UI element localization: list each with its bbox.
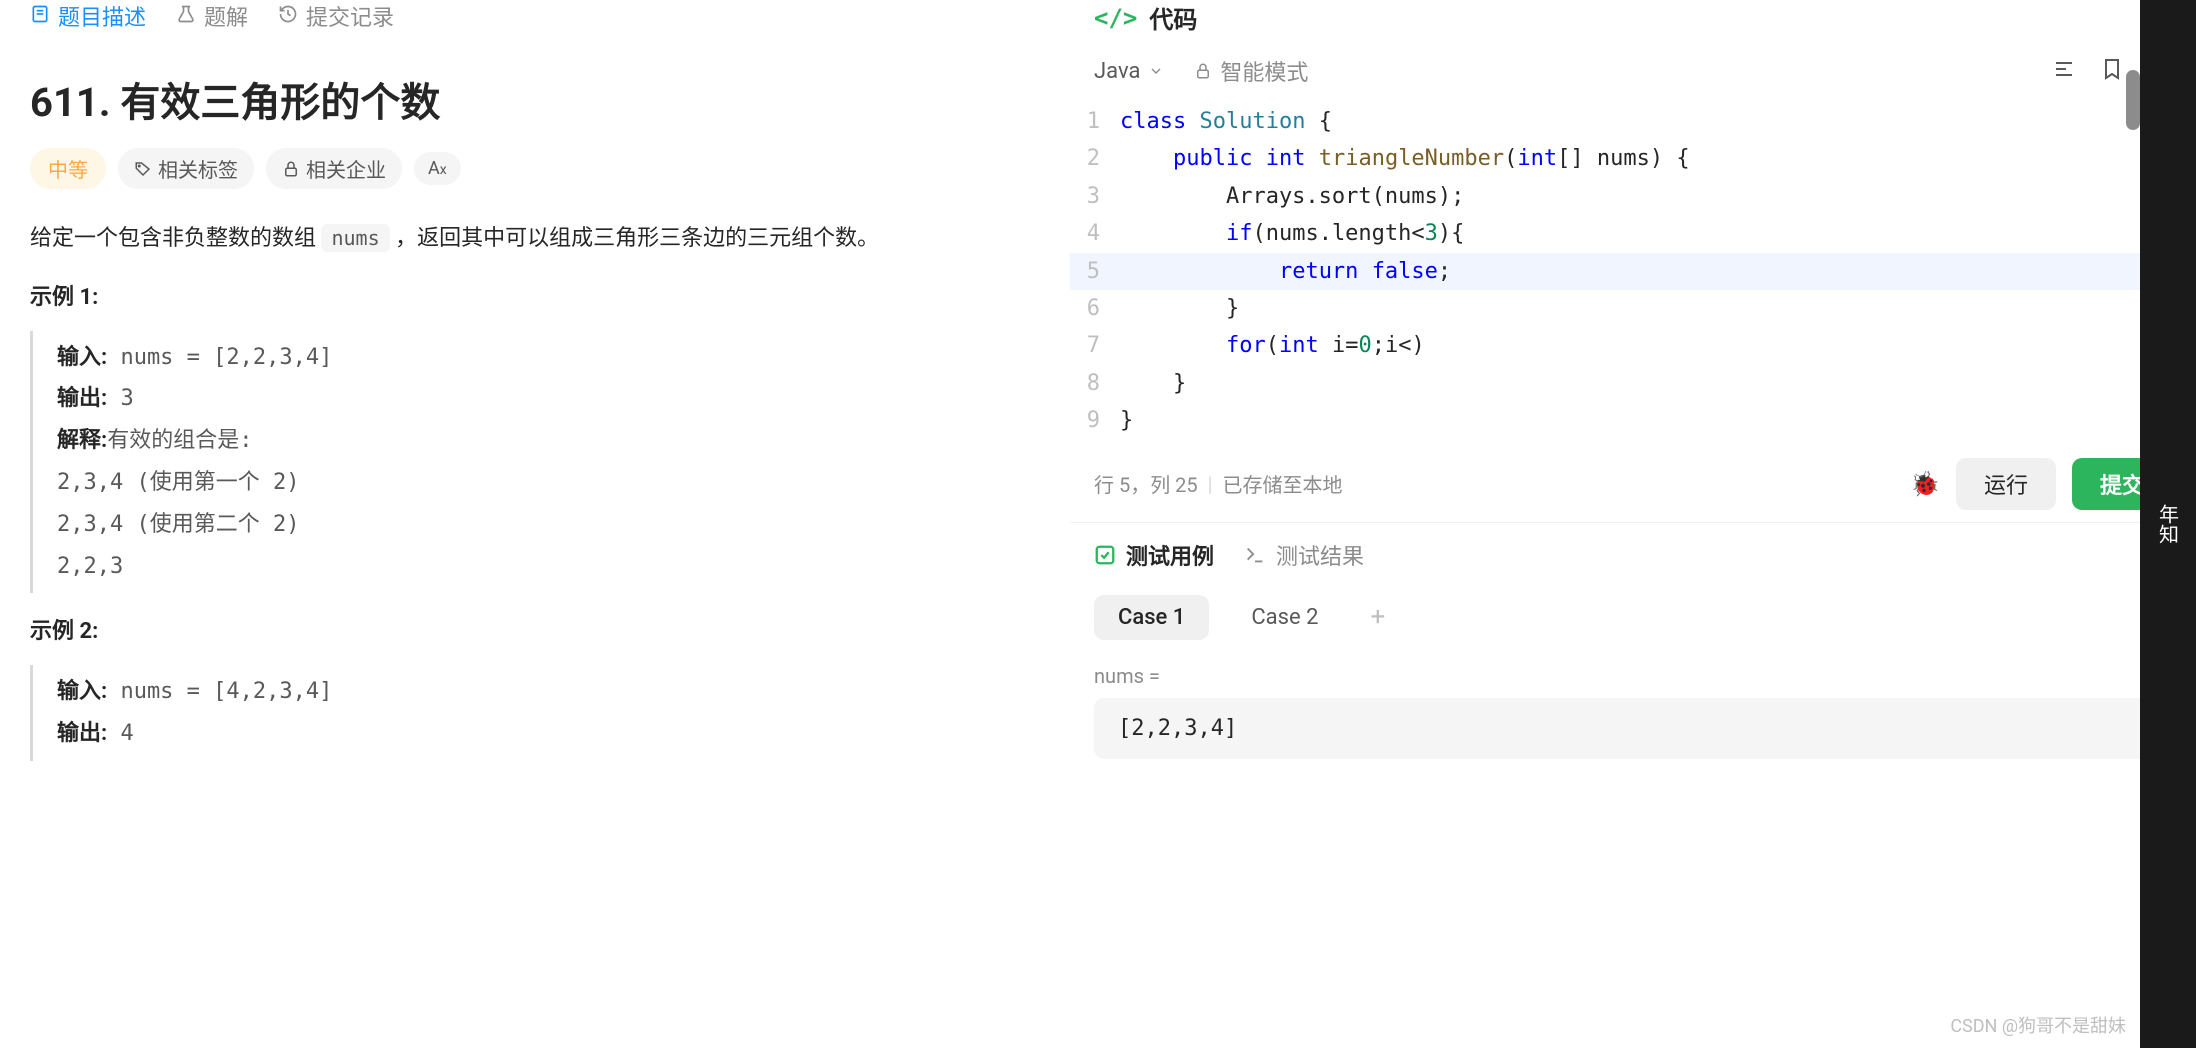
add-case-button[interactable]: + [1360,602,1395,632]
line-content[interactable]: } [1120,365,2196,402]
cursor-position: 行 5，列 25 [1094,469,1198,498]
tags-label: 相关标签 [158,154,238,183]
tag-icon [134,160,152,178]
code-header: </> 代码 [1070,0,2196,45]
line-content[interactable]: Arrays.sort(nums); [1120,178,2196,215]
code-line[interactable]: 7 for(int i=0;i<) [1070,327,2196,364]
code-line[interactable]: 2 public int triangleNumber(int[] nums) … [1070,140,2196,177]
line-content[interactable]: for(int i=0;i<) [1120,327,2196,364]
difficulty-badge: 中等 [30,148,106,189]
example-block: 输入: nums = [2,2,3,4] 输出: 3 解释:有效的组合是: 2,… [30,331,1039,594]
history-icon [278,4,298,29]
status-bar: 行 5，列 25 | 已存储至本地 🐞 运行 提交 [1070,446,2196,522]
debug-icon[interactable]: 🐞 [1910,470,1940,498]
left-tabs: 题目描述 题解 提交记录 [10,0,1059,40]
smart-mode-label: 智能模式 [1220,55,1308,87]
scrollbar-thumb[interactable] [2126,70,2140,130]
code-toolbar: Java 智能模式 [1070,45,2196,97]
testresults-label: 测试结果 [1276,539,1364,571]
example-1: 示例 1: 输入: nums = [2,2,3,4] 输出: 3 解释:有效的组… [10,259,1059,594]
companies-button[interactable]: 相关企业 [266,148,402,189]
code-line[interactable]: 1class Solution { [1070,103,2196,140]
watermark: CSDN @狗哥不是甜妹 [1950,1012,2126,1038]
line-content[interactable]: class Solution { [1120,103,2196,140]
code-header-label: 代码 [1149,0,1197,35]
line-number: 2 [1070,140,1120,177]
line-content[interactable]: } [1120,290,2196,327]
lock-icon [1194,62,1212,80]
format-icon[interactable] [2052,57,2076,85]
line-content[interactable]: return false; [1120,253,2196,290]
lock-icon [282,160,300,178]
bookmark-icon[interactable] [2100,57,2124,85]
tab-testcases[interactable]: 测试用例 [1094,539,1214,571]
code-editor[interactable]: 1class Solution {2 public int triangleNu… [1070,97,2196,446]
flask-icon [176,4,196,29]
code-line[interactable]: 8 } [1070,365,2196,402]
line-number: 4 [1070,215,1120,252]
inline-code: nums [321,224,389,252]
description-icon [30,4,50,29]
line-number: 6 [1070,290,1120,327]
code-panel: </> 代码 Java 智能模式 [1070,0,2196,1048]
smart-mode-toggle[interactable]: 智能模式 [1194,55,1308,87]
tab-description[interactable]: 题目描述 [30,0,146,32]
language-selector[interactable]: Java [1094,59,1164,84]
line-content[interactable]: if(nums.length<3){ [1120,215,2196,252]
tab-solution-label: 题解 [204,0,248,32]
code-line[interactable]: 4 if(nums.length<3){ [1070,215,2196,252]
line-content[interactable]: public int triangleNumber(int[] nums) { [1120,140,2196,177]
companies-label: 相关企业 [306,154,386,183]
line-number: 9 [1070,402,1120,439]
test-tabs: 测试用例 测试结果 [1094,539,2172,571]
chevron-down-icon [1148,63,1164,79]
line-number: 1 [1070,103,1120,140]
testcases-label: 测试用例 [1126,539,1214,571]
case-tab-1[interactable]: Case 1 [1094,595,1209,640]
tags-button[interactable]: 相关标签 [118,148,254,189]
example-block: 输入: nums = [4,2,3,4] 输出: 4 [30,665,1039,761]
terminal-icon [1244,544,1266,566]
code-line[interactable]: 6 } [1070,290,2196,327]
check-square-icon [1094,544,1116,566]
problem-panel: 题目描述 题解 提交记录 611. 有效三角形的个数 中等 相关标签 [0,0,1070,1048]
example-title: 示例 2: [30,613,1039,645]
tab-solution[interactable]: 题解 [176,0,248,32]
test-input-label: nums = [1094,664,2172,688]
code-icon: </> [1094,4,1137,32]
save-status: 已存储至本地 [1223,469,1343,498]
test-input-value[interactable]: [2,2,3,4] [1094,698,2172,759]
problem-description: 给定一个包含非负整数的数组 nums ，返回其中可以组成三角形三条边的三元组个数… [10,219,1059,259]
tab-submissions[interactable]: 提交记录 [278,0,394,32]
font-size-button[interactable]: Ax [414,152,461,185]
code-line[interactable]: 5 return false; [1070,253,2196,290]
code-line[interactable]: 3 Arrays.sort(nums); [1070,178,2196,215]
code-line[interactable]: 9} [1070,402,2196,439]
problem-title: 611. 有效三角形的个数 [10,40,1059,148]
line-number: 5 [1070,253,1120,290]
tags-row: 中等 相关标签 相关企业 Ax [10,148,1059,219]
example-2: 示例 2: 输入: nums = [4,2,3,4] 输出: 4 [10,593,1059,761]
example-title: 示例 1: [30,279,1039,311]
run-button[interactable]: 运行 [1956,458,2056,510]
language-label: Java [1094,59,1140,84]
tab-description-label: 题目描述 [58,0,146,32]
test-panel: 测试用例 测试结果 Case 1 Case 2 + nums = [2,2,3,… [1070,522,2196,775]
line-content[interactable]: } [1120,402,2196,439]
right-sidebar-sliver: 年知 [2140,0,2196,1048]
line-number: 8 [1070,365,1120,402]
tab-testresults[interactable]: 测试结果 [1244,539,1364,571]
case-tabs: Case 1 Case 2 + [1094,595,2172,640]
case-tab-2[interactable]: Case 2 [1227,595,1342,640]
line-number: 7 [1070,327,1120,364]
line-number: 3 [1070,178,1120,215]
tab-submissions-label: 提交记录 [306,0,394,32]
